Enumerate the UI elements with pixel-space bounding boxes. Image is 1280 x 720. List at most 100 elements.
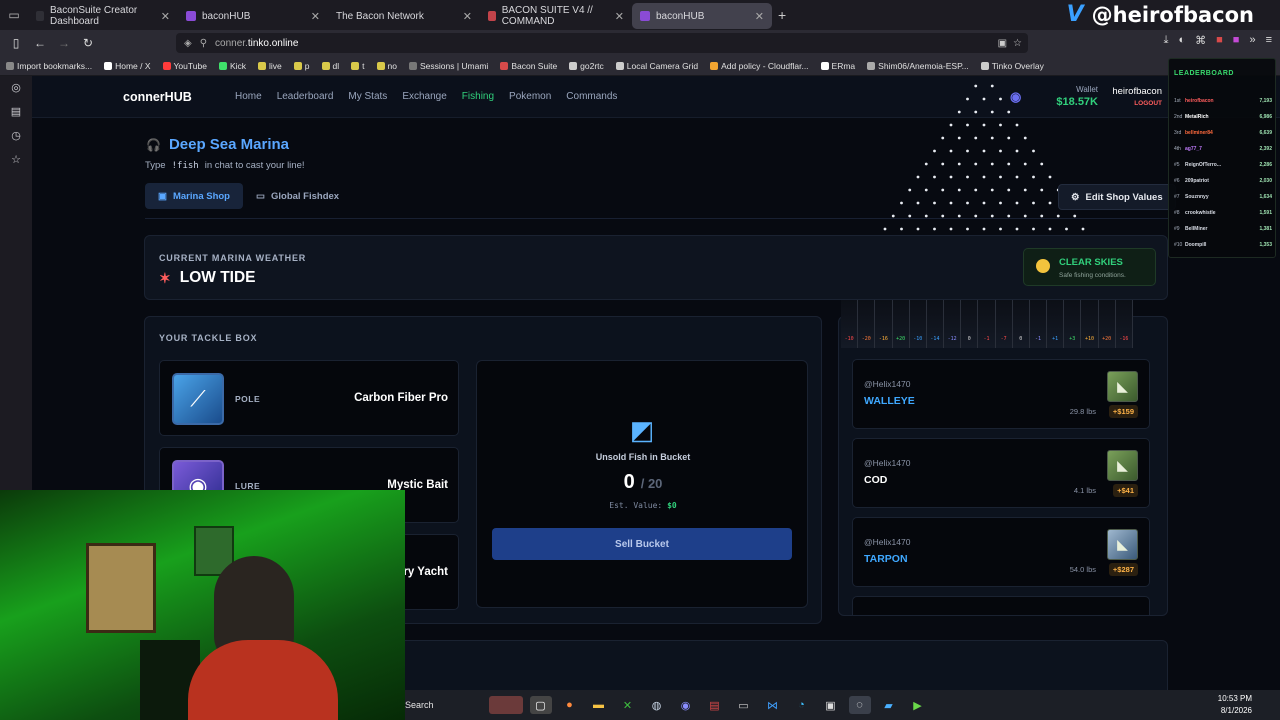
tab-global-fishdex[interactable]: ▭ Global Fishdex xyxy=(243,183,352,209)
nav-leaderboard[interactable]: Leaderboard xyxy=(277,91,334,102)
plinko-peg xyxy=(1040,188,1044,192)
plinko-peg xyxy=(974,136,978,140)
bookmark-item[interactable]: Add policy - Cloudflar... xyxy=(710,61,809,71)
edge-icon[interactable]: ◔ xyxy=(791,696,813,714)
browser-tab-3[interactable]: The Bacon Network ✕ xyxy=(328,3,480,29)
bookmark-item[interactable]: dl xyxy=(321,61,339,71)
task-view-icon[interactable]: ▢ xyxy=(529,696,552,714)
address-bar[interactable]: ◈ ⚲ conner. tinko.online ▣ ☆ xyxy=(176,33,1028,53)
browser-tab-1[interactable]: BaconSuite Creator Dashboard ✕ xyxy=(28,3,178,29)
app-green-icon[interactable]: ▶ xyxy=(907,696,929,714)
browser-tab-2[interactable]: baconHUB ✕ xyxy=(178,3,328,29)
bookmark-item[interactable]: Sessions | Umami xyxy=(408,61,488,71)
close-tab-icon[interactable]: ✕ xyxy=(463,10,472,23)
site-brand[interactable]: connerHUB xyxy=(123,90,192,104)
bookmark-item[interactable]: ERma xyxy=(820,61,855,71)
bookmark-item[interactable]: Kick xyxy=(218,61,246,71)
meter-slot: -14 xyxy=(926,300,945,348)
plinko-peg xyxy=(883,227,887,231)
close-tab-icon[interactable]: ✕ xyxy=(311,10,320,23)
reload-icon[interactable]: ↻ xyxy=(76,36,100,50)
bookmark-item[interactable]: live xyxy=(258,61,282,71)
discord-taskbar-icon[interactable]: ◉ xyxy=(675,696,697,714)
plinko-peg xyxy=(1040,214,1044,218)
tab-divider xyxy=(145,218,1168,219)
bookmark-item[interactable]: Home / X xyxy=(104,61,151,71)
extension-icon[interactable]: ◐ xyxy=(1178,34,1185,47)
app-red-icon[interactable]: ▤ xyxy=(704,696,726,714)
vscode-icon[interactable]: ⋈ xyxy=(762,696,784,714)
forward-icon[interactable]: → xyxy=(52,36,76,50)
ai-chat-icon[interactable]: ◎ xyxy=(0,76,32,100)
tab-label: Marina Shop xyxy=(172,190,230,202)
gear-slot-pole[interactable]: ⟋ POLE Carbon Fiber Pro xyxy=(159,360,459,436)
sidebar-toggle-icon[interactable]: ▯ xyxy=(4,36,28,50)
history-icon[interactable]: ◷ xyxy=(0,124,32,148)
bookmark-item[interactable]: t xyxy=(351,61,365,71)
bookmark-item[interactable]: Local Camera Grid xyxy=(615,61,698,71)
browser-tab-5[interactable]: baconHUB ✕ xyxy=(632,3,772,29)
nav-exchange[interactable]: Exchange xyxy=(402,91,446,102)
xbox-icon[interactable]: ✕ xyxy=(617,696,639,714)
bookmark-icon xyxy=(6,61,14,70)
tab-marina-shop[interactable]: ▣ Marina Shop xyxy=(145,183,243,209)
catch-user: @Helix1470 xyxy=(864,458,911,468)
meter-slot-label: +3 xyxy=(1069,336,1076,342)
estimated-value-amount: $0 xyxy=(667,501,677,510)
reader-icon[interactable]: ▣ xyxy=(998,38,1007,49)
bookmark-item[interactable]: no xyxy=(376,61,397,71)
tab-title: baconHUB xyxy=(202,10,251,22)
browser-tab-4[interactable]: BACON SUITE V4 // COMMAND ✕ xyxy=(480,3,632,29)
close-tab-icon[interactable]: ✕ xyxy=(755,10,764,23)
back-icon[interactable]: ← xyxy=(28,36,52,50)
bookmark-item[interactable]: Bacon Suite xyxy=(500,61,557,71)
new-tab-icon[interactable]: + xyxy=(778,7,786,23)
plinko-peg xyxy=(1023,188,1027,192)
leaderboard-points: 2,030 xyxy=(1259,178,1272,184)
file-explorer-icon[interactable]: ▬ xyxy=(588,696,610,714)
search-highlight-icon[interactable] xyxy=(488,696,523,714)
nav-fishing[interactable]: Fishing xyxy=(462,91,494,102)
leaderboard-row: #6 209patriot 2,030 xyxy=(1174,175,1272,187)
close-tab-icon[interactable]: ✕ xyxy=(161,10,170,23)
puzzle-icon[interactable]: ⌘ xyxy=(1195,34,1206,47)
nav-home[interactable]: Home xyxy=(235,91,262,102)
nav-pokemon[interactable]: Pokemon xyxy=(509,91,551,102)
edit-shop-values-button[interactable]: ⚙ Edit Shop Values xyxy=(1058,184,1176,210)
system-clock[interactable]: 10:53 PM 8/1/2026 xyxy=(1218,693,1252,717)
bookmark-item[interactable]: Tinko Overlay xyxy=(980,61,1044,71)
bookmark-star-icon[interactable]: ☆ xyxy=(1013,38,1022,49)
obs-icon[interactable]: ◌ xyxy=(848,696,871,714)
meter-slot-label: -16 xyxy=(1119,336,1129,342)
menu-icon[interactable]: ≡ xyxy=(1266,34,1272,47)
synced-tabs-icon[interactable]: ▤ xyxy=(0,100,32,124)
bookmark-item[interactable]: YouTube xyxy=(162,61,207,71)
bookmark-item[interactable]: go2rtc xyxy=(569,61,604,71)
bookmarks-icon[interactable]: ☆ xyxy=(0,148,32,172)
bookmark-item[interactable]: Import bookmarks... xyxy=(6,61,92,71)
plinko-peg xyxy=(1048,175,1052,179)
tab-list-icon[interactable]: ▭ xyxy=(0,0,28,30)
bookmark-item[interactable]: p xyxy=(293,61,310,71)
leaderboard-rank: 4th xyxy=(1174,146,1181,152)
bookmark-item[interactable]: Shim06/Anemoia-ESP... xyxy=(867,61,969,71)
sell-bucket-button[interactable]: Sell Bucket xyxy=(492,528,792,560)
extension-purple-icon[interactable]: ■ xyxy=(1233,34,1240,47)
tab-title: The Bacon Network xyxy=(336,10,424,22)
taskbar-search[interactable]: Search xyxy=(405,694,485,716)
nav-commands[interactable]: Commands xyxy=(566,91,617,102)
app-blue-icon[interactable]: ▰ xyxy=(878,696,900,714)
plinko-peg xyxy=(966,201,969,205)
close-tab-icon[interactable]: ✕ xyxy=(615,10,624,23)
overflow-icon[interactable]: » xyxy=(1249,34,1255,47)
steam-icon[interactable]: ◍ xyxy=(646,696,668,714)
plinko-peg xyxy=(916,201,920,205)
browser-tab-bar: ▭ BaconSuite Creator Dashboard ✕ baconHU… xyxy=(0,0,1280,30)
download-icon[interactable]: ⤓ xyxy=(1164,34,1169,47)
terminal-icon[interactable]: ▭ xyxy=(733,696,755,714)
nav-my-stats[interactable]: My Stats xyxy=(348,91,387,102)
firefox-icon[interactable]: ● xyxy=(559,696,581,714)
app-window-icon[interactable]: ▣ xyxy=(820,696,842,714)
extension-red-icon[interactable]: ■ xyxy=(1216,34,1223,47)
leaderboard-name: ReignOfTerro... xyxy=(1185,162,1222,168)
